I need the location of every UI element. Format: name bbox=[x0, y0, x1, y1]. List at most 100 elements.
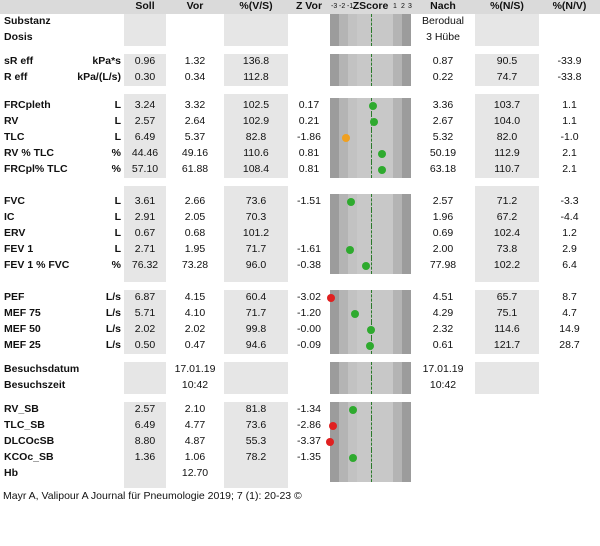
zscore-scale-tick: 1 bbox=[393, 3, 397, 10]
zscore-band bbox=[348, 14, 357, 30]
zscore-band bbox=[371, 258, 373, 274]
section-separator bbox=[0, 86, 600, 94]
value-cell bbox=[475, 378, 539, 393]
value-cell: -1.61 bbox=[297, 243, 321, 255]
value-cell: 2.05 bbox=[184, 211, 206, 223]
zscore-bar bbox=[330, 194, 411, 210]
zscore-band bbox=[348, 226, 357, 242]
zscore-band bbox=[402, 418, 411, 434]
zscore-band bbox=[330, 130, 339, 146]
value-cell: 60.4 bbox=[245, 291, 267, 303]
zscore-band bbox=[330, 466, 339, 482]
zscore-band bbox=[330, 402, 339, 418]
value-cell: 2.67 bbox=[432, 115, 454, 127]
zscore-band bbox=[393, 70, 402, 86]
zscore-bar bbox=[330, 242, 411, 258]
value-cell: -1.86 bbox=[297, 131, 321, 143]
parameter-label: TLC L bbox=[0, 130, 124, 145]
zscore-band bbox=[348, 146, 357, 162]
zscore-bar bbox=[330, 362, 411, 378]
table-row: sR eff kPa*s 0.96 1.32 136.8 0.87 90.5 -33.9 bbox=[0, 54, 600, 70]
value-cell bbox=[475, 14, 539, 29]
zscore-band bbox=[402, 402, 411, 418]
value-cell: 14.9 bbox=[559, 323, 580, 335]
value-cell: 102.4 bbox=[493, 227, 521, 239]
value-cell: -0.09 bbox=[297, 339, 321, 351]
value-cell bbox=[224, 466, 288, 481]
value-cell: 0.47 bbox=[184, 339, 206, 351]
value-cell: 99.8 bbox=[245, 323, 267, 335]
value-cell: -1.0 bbox=[560, 131, 579, 143]
value-cell: 90.5 bbox=[496, 55, 518, 67]
parameter-unit: L/s bbox=[105, 291, 121, 303]
value-cell: 2.02 bbox=[184, 323, 206, 335]
parameter-unit: L bbox=[114, 131, 121, 143]
value-cell bbox=[124, 362, 166, 377]
zscore-band bbox=[348, 210, 357, 226]
value-cell: 73.8 bbox=[496, 243, 518, 255]
zscore-marker bbox=[377, 166, 386, 174]
table-row: Substanz Berodual bbox=[0, 14, 600, 30]
zscore-band bbox=[393, 114, 402, 130]
value-cell bbox=[288, 54, 330, 69]
value-cell: 50.19 bbox=[429, 147, 457, 159]
parameter-name: FRCpleth bbox=[4, 99, 51, 111]
value-cell: 104.0 bbox=[493, 115, 521, 127]
parameter-label: MEF 75 L/s bbox=[0, 306, 124, 321]
zscore-band bbox=[339, 466, 348, 482]
value-cell: 82.8 bbox=[245, 131, 267, 143]
value-cell: 121.7 bbox=[493, 339, 521, 351]
table-row: R eff kPa/(L/s) 0.30 0.34 112.8 0.22 74.7 -33.8 bbox=[0, 70, 600, 86]
zscore-band bbox=[330, 338, 339, 354]
column-header bbox=[0, 0, 124, 14]
parameter-unit: % bbox=[111, 163, 121, 175]
column-header: Vor bbox=[166, 0, 224, 14]
value-cell: 0.17 bbox=[298, 99, 320, 111]
zscore-band bbox=[393, 162, 402, 178]
zscore-band bbox=[371, 450, 373, 466]
value-cell: 112.8 bbox=[243, 71, 269, 83]
zscore-band bbox=[339, 338, 348, 354]
zscore-bar bbox=[327, 290, 411, 306]
parameter-unit: % bbox=[111, 259, 121, 271]
zscore-band bbox=[339, 14, 348, 30]
value-cell: 49.16 bbox=[181, 147, 209, 159]
parameter-name: Dosis bbox=[4, 31, 33, 43]
zscore-band bbox=[371, 362, 373, 378]
zscore-band bbox=[402, 378, 411, 394]
zscore-band bbox=[393, 30, 402, 46]
zscore-bar bbox=[330, 54, 411, 70]
value-cell: 5.37 bbox=[184, 131, 206, 143]
value-cell: 1.32 bbox=[184, 55, 206, 67]
zscore-band bbox=[339, 362, 348, 378]
parameter-label: RV % TLC% bbox=[0, 146, 124, 161]
parameter-label: MEF 25 L/s bbox=[0, 338, 124, 353]
value-cell bbox=[288, 466, 330, 481]
zscore-band bbox=[393, 54, 402, 70]
zscore-band bbox=[402, 210, 411, 226]
value-cell: 4.29 bbox=[432, 307, 454, 319]
parameter-name: FEV 1 % FVC bbox=[4, 259, 70, 271]
value-cell: -3.3 bbox=[560, 195, 579, 207]
zscore-band bbox=[330, 146, 339, 162]
value-cell: 4.51 bbox=[432, 291, 454, 303]
value-cell: 2.57 bbox=[134, 403, 156, 415]
parameter-name: RV bbox=[4, 115, 19, 127]
zscore-band bbox=[393, 434, 402, 450]
parameter-label: FEV 1 % FVC% bbox=[0, 258, 124, 273]
zscore-band bbox=[393, 98, 402, 114]
zscore-bar bbox=[330, 114, 411, 130]
value-cell: 3.36 bbox=[432, 99, 454, 111]
zscore-bar bbox=[330, 466, 411, 482]
value-cell: 0.61 bbox=[432, 339, 454, 351]
zscore-band bbox=[371, 434, 373, 450]
zscore-band bbox=[348, 378, 357, 394]
value-cell bbox=[166, 30, 224, 45]
zscore-band bbox=[348, 114, 357, 130]
parameter-unit: L bbox=[114, 243, 121, 255]
zscore-band bbox=[402, 130, 411, 146]
zscore-band bbox=[371, 14, 373, 30]
value-cell bbox=[288, 226, 330, 241]
parameter-name: DLCOcSB bbox=[4, 435, 55, 447]
value-cell: 75.1 bbox=[496, 307, 518, 319]
